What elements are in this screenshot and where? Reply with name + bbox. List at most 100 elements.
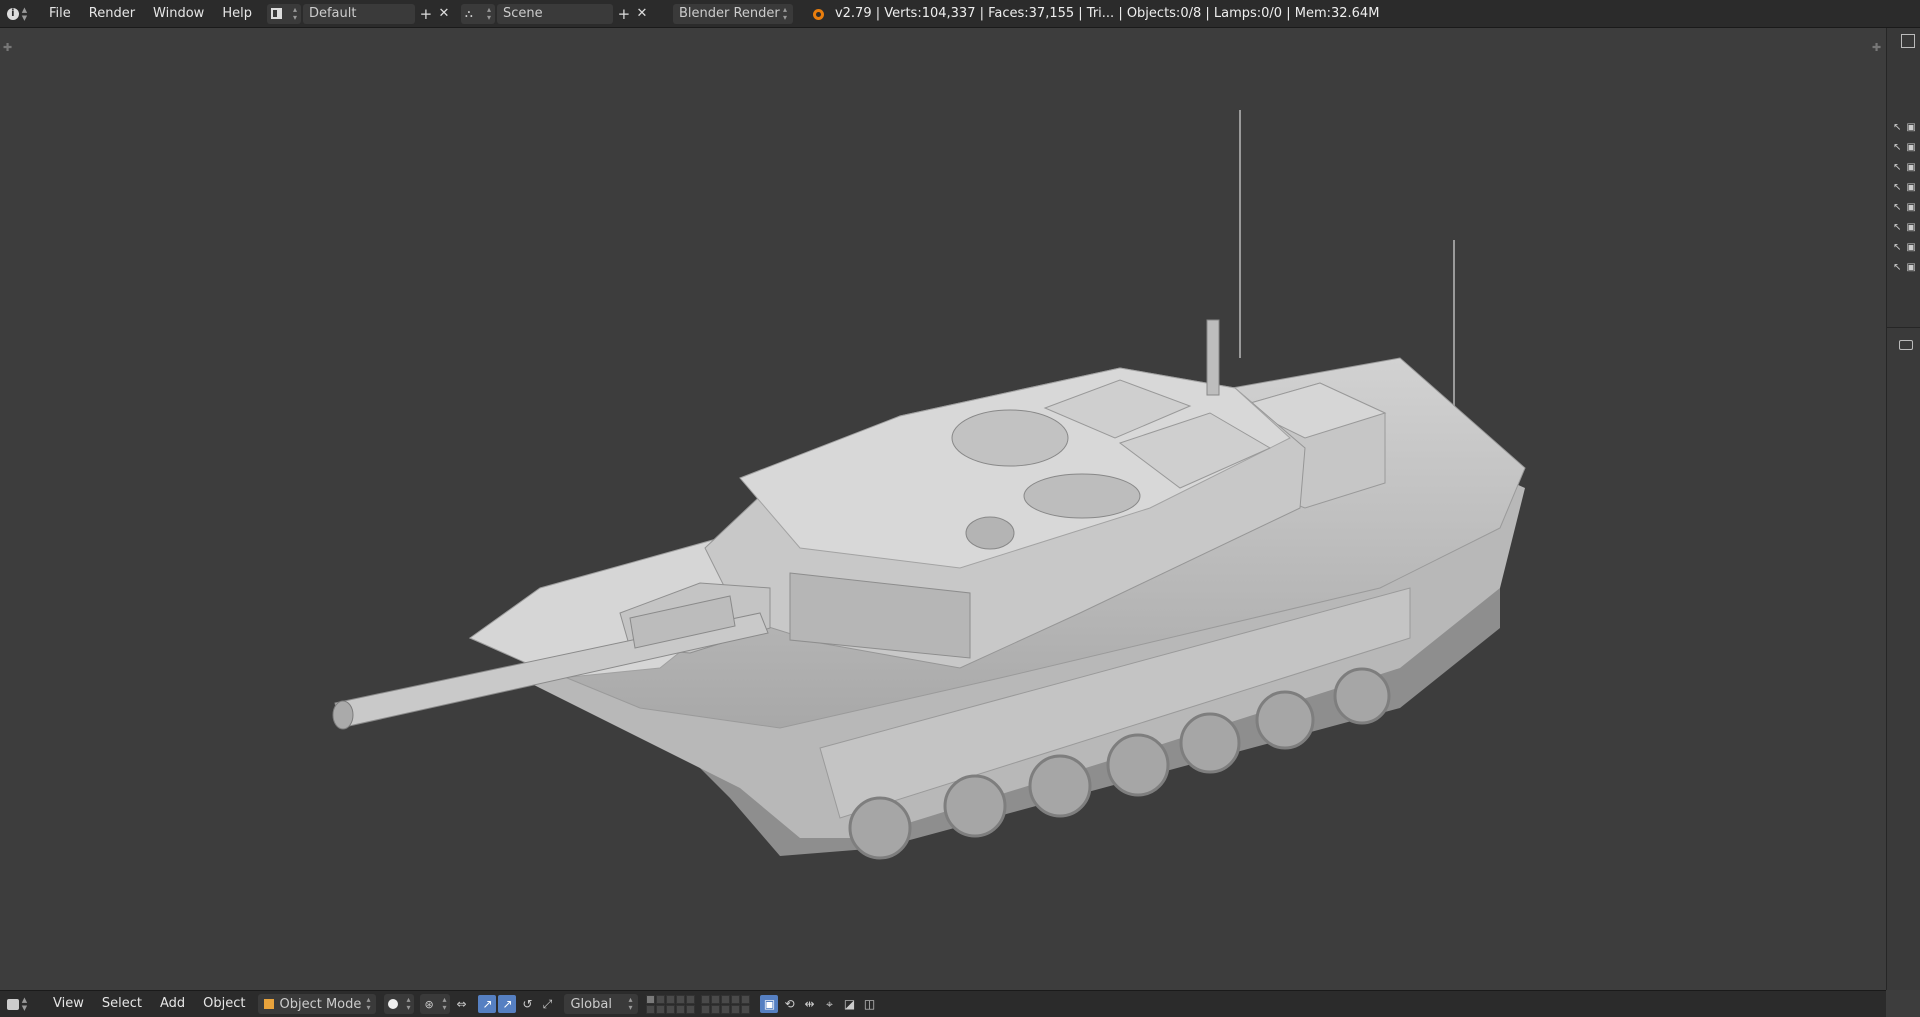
render-camera-icon: ▣ — [1906, 162, 1916, 173]
road-wheel — [1255, 690, 1315, 750]
right-sidebar-strip: ↖ ▣ ↖ ▣ ↖ ▣ ↖ ▣ ↖ ▣ ↖ ▣ ↖ ▣ ↖ ▣ — [1886, 28, 1920, 990]
road-wheel — [848, 796, 912, 860]
exhaust-stack — [1206, 319, 1220, 396]
select-cursor-icon: ↖ — [1893, 242, 1902, 253]
menu-view[interactable]: View — [44, 993, 93, 1015]
screen-layout-name-field[interactable]: Default — [302, 3, 415, 24]
screen-layout-name: Default — [308, 6, 357, 21]
outliner-row[interactable]: ↖ ▣ — [1893, 142, 1916, 153]
select-cursor-icon: ↖ — [1893, 142, 1902, 153]
lock-camera-icon[interactable]: ▣ — [760, 995, 779, 1013]
select-cursor-icon: ↖ — [1893, 262, 1902, 273]
menu-select[interactable]: Select — [93, 993, 151, 1015]
road-wheel — [943, 774, 1007, 838]
scale-icon[interactable]: ⤢ — [538, 995, 556, 1013]
render-engine-select[interactable]: Blender Render ▴ ▾ — [672, 3, 793, 24]
rotate-icon[interactable]: ↺ — [518, 995, 536, 1013]
screen-layout-icon — [270, 8, 282, 19]
select-cursor-icon: ↖ — [1893, 202, 1902, 213]
outliner-row[interactable]: ↖ ▣ — [1893, 222, 1916, 233]
snap-element-icon[interactable]: ⇹ — [800, 995, 818, 1013]
outliner-row[interactable]: ↖ ▣ — [1893, 162, 1916, 173]
render-camera-icon: ▣ — [1906, 202, 1916, 213]
orientation-label: Global — [570, 996, 612, 1012]
delete-screen-button[interactable]: ✕ — [435, 4, 453, 24]
render-camera-icon: ▣ — [1906, 182, 1916, 193]
menu-object[interactable]: Object — [194, 993, 254, 1015]
select-cursor-icon: ↖ — [1893, 222, 1902, 233]
road-wheel — [1179, 712, 1241, 774]
outliner-row[interactable]: ↖ ▣ — [1893, 182, 1916, 193]
road-wheel — [1106, 733, 1170, 797]
select-cursor-icon: ↖ — [1893, 182, 1902, 193]
chevron-updown-icon: ▴ ▾ — [442, 995, 447, 1012]
select-cursor-icon: ↖ — [1893, 162, 1902, 173]
pivot-icon: ⊛ — [424, 997, 434, 1011]
road-wheel — [1028, 754, 1092, 818]
translate-manipulator-icon[interactable]: ↗ — [478, 995, 497, 1013]
editor-type-button[interactable]: ▲ ▼ — [0, 994, 34, 1014]
object-mode-icon — [264, 999, 275, 1009]
sight-housing — [965, 516, 1015, 550]
render-camera-icon: ▣ — [1906, 242, 1916, 253]
3d-view-icon — [6, 998, 19, 1010]
commander-cupola — [951, 409, 1069, 467]
tank-model[interactable] — [0, 28, 1886, 990]
scene-selector[interactable]: ⛬ ▴ ▾ — [460, 3, 495, 24]
opengl-animation-icon[interactable]: ◫ — [860, 995, 878, 1013]
rotate-manipulator-icon[interactable]: ↗ — [498, 995, 517, 1013]
muzzle — [332, 700, 354, 730]
scene-name-field[interactable]: Scene — [496, 3, 613, 24]
mode-label: Object Mode — [279, 996, 362, 1012]
add-scene-button[interactable]: + — [615, 4, 633, 24]
scene-layers[interactable] — [646, 994, 696, 1014]
pivot-point-select[interactable]: ⊛ ▴ ▾ — [420, 994, 451, 1014]
road-wheel — [1333, 667, 1391, 725]
chevron-updown-icon: ▲ ▼ — [21, 996, 28, 1012]
chevron-updown-icon: ▴ ▾ — [292, 4, 297, 22]
scene-layers-2[interactable] — [701, 994, 751, 1014]
transform-orientation-select[interactable]: Global ▴ ▾ — [564, 994, 639, 1014]
plus-icon: + — [617, 4, 631, 23]
render-camera-icon: ▣ — [1906, 122, 1916, 133]
manipulator-toggle-icon[interactable]: ⇔ — [452, 995, 470, 1013]
outliner-row[interactable]: ↖ ▣ — [1893, 202, 1916, 213]
viewport-shading-select[interactable]: ▴ ▾ — [384, 994, 415, 1014]
add-screen-button[interactable]: + — [417, 4, 435, 24]
close-icon: ✕ — [636, 6, 648, 21]
menu-window[interactable]: Window — [144, 3, 213, 25]
properties-editor-icon[interactable] — [1899, 340, 1913, 350]
3d-view-header: ▲ ▼ View Select Add Object Object Mode ▴ ▾… — [0, 990, 1886, 1017]
chevron-updown-icon: ▴ ▾ — [406, 995, 411, 1012]
scene-name: Scene — [502, 6, 543, 21]
screen-layout-selector[interactable]: ▴ ▾ — [266, 3, 301, 24]
opengl-render-icon[interactable]: ◪ — [840, 995, 858, 1013]
menu-help[interactable]: Help — [213, 3, 261, 25]
menu-render[interactable]: Render — [80, 3, 144, 25]
3d-viewport[interactable]: ✚ ✚ — [0, 28, 1886, 990]
mode-select[interactable]: Object Mode ▴ ▾ — [258, 994, 377, 1014]
delete-scene-button[interactable]: ✕ — [633, 4, 651, 24]
chevron-updown-icon: ▴ ▾ — [628, 995, 633, 1012]
outliner-display-icon[interactable] — [1901, 34, 1915, 48]
select-cursor-icon: ↖ — [1893, 122, 1902, 133]
chevron-updown-icon: ▴ ▾ — [366, 995, 371, 1012]
outliner-row[interactable]: ↖ ▣ — [1893, 262, 1916, 273]
menu-add[interactable]: Add — [151, 993, 194, 1015]
render-camera-icon: ▣ — [1906, 142, 1916, 153]
info-header: i ▲ ▼ File Render Window Help ▴ ▾ Default … — [0, 0, 1920, 28]
loader-hatch — [1023, 473, 1141, 519]
snap-target-icon[interactable]: ⌖ — [820, 995, 838, 1013]
outliner-row[interactable]: ↖ ▣ — [1893, 242, 1916, 253]
render-camera-icon: ▣ — [1906, 262, 1916, 273]
info-editor-type-button[interactable]: i ▲ ▼ — [0, 4, 34, 24]
render-engine-label: Blender Render — [678, 6, 780, 21]
chevron-updown-icon: ▴ ▾ — [486, 4, 491, 22]
plus-icon: + — [419, 4, 433, 23]
solid-shading-icon — [388, 999, 399, 1009]
scene-icon: ⛬ — [464, 6, 473, 20]
menu-file[interactable]: File — [40, 3, 80, 25]
outliner-row[interactable]: ↖ ▣ — [1893, 122, 1916, 133]
proportional-edit-icon[interactable]: ⟲ — [780, 995, 798, 1013]
outliner-collapsed[interactable]: ↖ ▣ ↖ ▣ ↖ ▣ ↖ ▣ ↖ ▣ ↖ ▣ ↖ ▣ ↖ ▣ — [1887, 28, 1920, 328]
